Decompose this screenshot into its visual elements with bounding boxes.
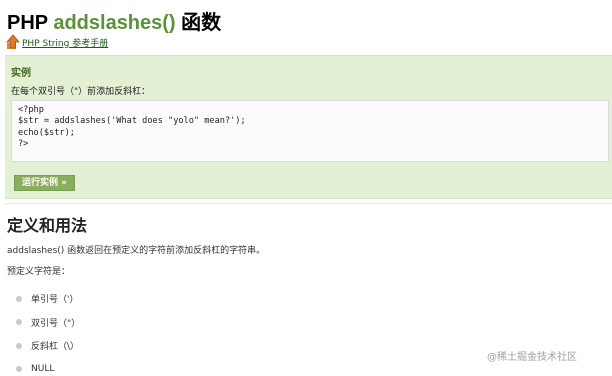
section-divider xyxy=(5,203,612,204)
page-title: PHP addslashes() 函数 xyxy=(7,6,221,35)
page-title-function: addslashes() xyxy=(53,12,176,34)
code-line: echo($str); xyxy=(18,127,75,138)
watermark-text: @稀土掘金技术社区 xyxy=(487,351,577,363)
up-arrow-icon xyxy=(6,34,20,50)
definition-paragraph: addslashes() 函数返回在预定义的字符前添加反斜杠的字符串。 xyxy=(7,246,266,256)
php-string-reference-link[interactable]: PHP String 参考手册 xyxy=(22,36,108,49)
list-item-text: 单引号（'） xyxy=(31,295,79,306)
bullet-icon xyxy=(16,366,22,373)
code-line: ?> xyxy=(18,139,29,150)
example-description: 在每个双引号（"）前添加反斜杠： xyxy=(11,87,151,97)
list-item-text: NULL xyxy=(31,364,55,375)
list-item: 双引号（"） xyxy=(16,311,80,335)
example-box: 实例 在每个双引号（"）前添加反斜杠： <?php $str = addslas… xyxy=(5,55,612,199)
bullet-icon xyxy=(16,342,22,349)
predefined-chars-paragraph: 预定义字符是： xyxy=(7,267,71,277)
list-item: NULL xyxy=(16,358,80,376)
list-item: 反斜杠（\） xyxy=(16,334,80,358)
definition-heading: 定义和用法 xyxy=(7,216,88,235)
code-line: $str = addslashes('What does "yolo" mean… xyxy=(18,116,246,127)
example-heading: 实例 xyxy=(11,68,31,79)
code-block: <?php $str = addslashes('What does "yolo… xyxy=(11,100,609,162)
run-example-button[interactable]: 运行实例 » xyxy=(14,175,75,191)
watermark: @稀土掘金技术社区 xyxy=(487,347,577,363)
predefined-chars-list: 单引号（'） 双引号（"） 反斜杠（\） NULL xyxy=(16,287,80,376)
list-item-text: 双引号（"） xyxy=(31,318,81,329)
bullet-icon xyxy=(16,319,22,326)
reference-link-row[interactable]: PHP String 参考手册 xyxy=(6,33,108,51)
page-title-prefix: PHP xyxy=(7,12,54,34)
list-item: 单引号（'） xyxy=(16,287,80,311)
bullet-icon xyxy=(16,295,22,302)
page-title-suffix: 函数 xyxy=(175,12,222,34)
code-line: <?php xyxy=(18,105,44,115)
list-item-text: 反斜杠（\） xyxy=(31,342,80,353)
